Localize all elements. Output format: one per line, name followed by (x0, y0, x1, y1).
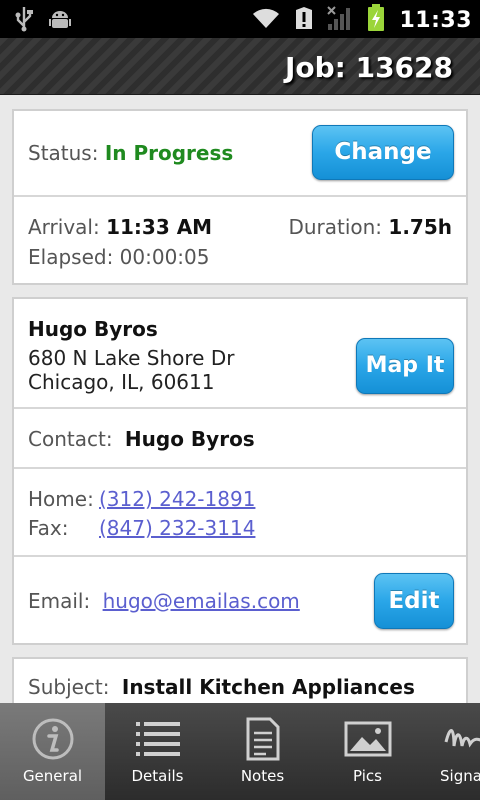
bottom-tab-bar: General Details Notes Pics Signa (0, 703, 480, 800)
contact-label: Contact: (28, 427, 113, 451)
tab-notes[interactable]: Notes (210, 703, 315, 800)
tab-pics-label: Pics (353, 767, 382, 785)
document-icon (210, 717, 315, 761)
subject-label: Subject: (28, 675, 110, 699)
signature-icon (420, 717, 480, 761)
arrival-label: Arrival: (28, 215, 100, 239)
email-label: Email: (28, 589, 91, 613)
status-row: Status: In Progress Change (14, 111, 466, 197)
map-it-button[interactable]: Map It (356, 338, 454, 394)
picture-icon (315, 717, 420, 761)
wifi-icon (251, 6, 281, 34)
customer-name: Hugo Byros (28, 317, 158, 341)
subject-card: Subject: Install Kitchen Appliances (12, 657, 468, 703)
status-label: Status: (28, 141, 99, 165)
tab-general[interactable]: General (0, 703, 105, 800)
subject-value: Install Kitchen Appliances (121, 675, 415, 699)
phone-row: Home: (312) 242-1891 Fax: (847) 232-3114 (14, 469, 466, 557)
edit-button[interactable]: Edit (374, 573, 454, 629)
email-link[interactable]: hugo@emailas.com (103, 589, 300, 613)
list-icon (105, 717, 210, 761)
status-card: Status: In Progress Change Arrival: 11:3… (12, 109, 468, 285)
email-row: Email: hugo@emailas.com Edit (14, 557, 466, 645)
address-line1: 680 N Lake Shore Dr (28, 346, 235, 370)
status-value: In Progress (104, 141, 234, 165)
signal-icon (327, 5, 353, 35)
address-row: Hugo Byros 680 N Lake Shore Dr Chicago, … (14, 299, 466, 409)
tab-signature[interactable]: Signa (420, 703, 480, 800)
job-content-scroll[interactable]: Status: In Progress Change Arrival: 11:3… (0, 95, 480, 703)
customer-card: Hugo Byros 680 N Lake Shore Dr Chicago, … (12, 297, 468, 645)
tab-pics[interactable]: Pics (315, 703, 420, 800)
alert-icon (295, 6, 313, 34)
duration-label: Duration: (288, 215, 383, 239)
title-bar: Job: 13628 (0, 38, 480, 95)
contact-row: Contact: Hugo Byros (14, 409, 466, 469)
arrival-value: 11:33 AM (106, 215, 213, 239)
fax-link[interactable]: (847) 232-3114 (99, 516, 255, 540)
elapsed-value: 00:00:05 (119, 245, 210, 269)
tab-details[interactable]: Details (105, 703, 210, 800)
duration-value: 1.75h (388, 215, 452, 239)
contact-value: Hugo Byros (124, 427, 255, 451)
info-icon (0, 717, 105, 761)
change-status-button[interactable]: Change (312, 125, 454, 180)
time-row: Arrival: 11:33 AM Duration: 1.75h Elapse… (14, 197, 466, 285)
fax-label: Fax: (28, 516, 69, 540)
android-debug-icon (48, 7, 72, 35)
elapsed-label: Elapsed: (28, 245, 114, 269)
page-title: Job: 13628 (284, 51, 453, 84)
address-line2: Chicago, IL, 60611 (28, 370, 215, 394)
usb-icon (14, 6, 34, 36)
home-phone-link[interactable]: (312) 242-1891 (99, 487, 255, 511)
home-phone-label: Home: (28, 487, 94, 511)
tab-general-label: General (22, 767, 83, 785)
status-bar: 11:33 (0, 0, 480, 38)
tab-details-label: Details (131, 767, 184, 785)
status-time: 11:33 (399, 7, 472, 33)
battery-charging-icon (367, 4, 385, 36)
tab-notes-label: Notes (240, 767, 285, 785)
tab-signature-label: Signa (440, 767, 480, 785)
